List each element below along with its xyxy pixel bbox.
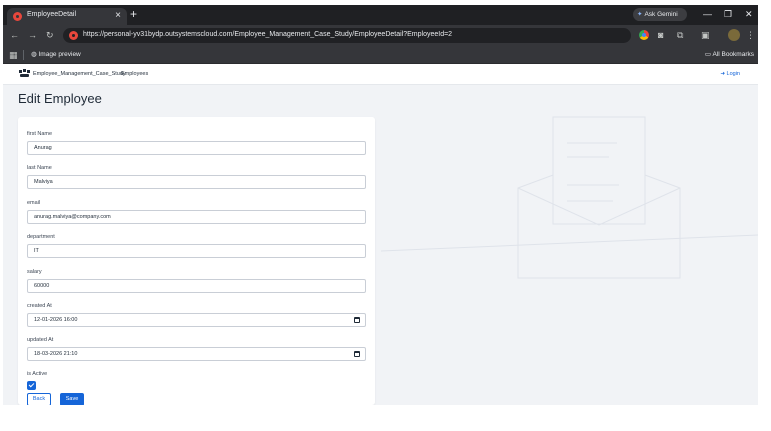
app-header: Employee_Management_Case_Study Employees… <box>3 64 758 85</box>
tab-strip: EmployeeDetail × + ✦ Ask Gemini — ❐ ✕ <box>3 5 758 25</box>
close-window-icon[interactable]: ✕ <box>745 7 753 21</box>
forward-arrow-icon[interactable]: → <box>28 28 37 42</box>
app-logo-icon[interactable] <box>19 69 30 78</box>
profile-avatar[interactable] <box>728 29 740 41</box>
app-name-link[interactable]: Employee_Management_Case_Study <box>33 71 126 77</box>
salary-input[interactable]: 60000 <box>27 279 366 293</box>
save-button[interactable]: Save <box>60 393 84 405</box>
first-name-label: first Name <box>27 131 53 137</box>
first-name-input[interactable]: Anurag <box>27 141 366 155</box>
calendar-icon[interactable] <box>354 317 360 323</box>
department-value: IT <box>34 248 39 254</box>
bookmarks-bar: ▦ ◍ Image preview ▭ All Bookmarks <box>3 46 758 64</box>
outsystems-favicon-icon <box>13 12 22 21</box>
all-bookmarks-button[interactable]: ▭ All Bookmarks <box>705 50 754 58</box>
restore-icon[interactable]: ❐ <box>724 7 732 21</box>
salary-label: salary <box>27 269 42 275</box>
edit-employee-form: first Name Anurag last Name Malviya emai… <box>18 117 375 405</box>
url-text[interactable]: https://personal-yv31bydp.outsystemsclou… <box>83 31 452 38</box>
camera-extension-icon[interactable]: ◙ <box>658 28 663 42</box>
ask-gemini-label: Ask Gemini <box>644 11 678 18</box>
all-bookmarks-label: All Bookmarks <box>712 51 754 58</box>
is-active-label: is Active <box>27 371 48 377</box>
back-button[interactable]: Back <box>27 393 51 405</box>
browser-tab[interactable]: EmployeeDetail × <box>7 8 127 25</box>
created-at-label: created At <box>27 303 52 309</box>
updated-at-input[interactable]: 18-03-2026 21:10 <box>27 347 366 361</box>
site-info-icon[interactable] <box>69 31 78 40</box>
chrome-extension-icon[interactable] <box>639 30 649 40</box>
salary-value: 60000 <box>34 283 50 289</box>
nav-employees-link[interactable]: Employees <box>121 71 148 77</box>
login-label: Login <box>726 71 740 77</box>
extensions-puzzle-icon[interactable]: ⧉ <box>677 28 683 42</box>
first-name-value: Anurag <box>34 145 52 151</box>
department-label: department <box>27 234 55 240</box>
bookmarks-divider <box>23 50 24 60</box>
updated-at-label: updated At <box>27 337 54 343</box>
email-label: email <box>27 200 41 206</box>
browser-window: EmployeeDetail × + ✦ Ask Gemini — ❐ ✕ ← →… <box>3 5 758 405</box>
address-bar[interactable]: https://personal-yv31bydp.outsystemsclou… <box>63 28 631 43</box>
browser-menu-icon[interactable]: ⋮ <box>746 28 755 42</box>
apps-grid-icon[interactable]: ▦ <box>9 49 18 61</box>
is-active-checkbox[interactable] <box>27 381 36 390</box>
tab-title: EmployeeDetail <box>27 11 77 18</box>
new-tab-icon[interactable]: + <box>130 7 137 21</box>
created-at-input[interactable]: 12-01-2026 16:00 <box>27 313 366 327</box>
last-name-input[interactable]: Malviya <box>27 175 366 189</box>
ask-gemini-button[interactable]: ✦ Ask Gemini <box>633 8 687 21</box>
back-arrow-icon[interactable]: ← <box>10 28 19 42</box>
envelope-illustration <box>381 116 758 279</box>
bookmark-label: Image preview <box>38 51 81 58</box>
reading-list-icon[interactable]: ▣ <box>701 28 710 42</box>
close-tab-icon[interactable]: × <box>115 9 121 23</box>
login-link[interactable]: ➜ Login <box>720 71 740 77</box>
email-input[interactable]: anurag.malviya@company.com <box>27 210 366 224</box>
bookmark-image-preview[interactable]: ◍ Image preview <box>31 50 81 58</box>
email-value: anurag.malviya@company.com <box>34 214 111 220</box>
minimize-icon[interactable]: — <box>703 7 712 21</box>
department-input[interactable]: IT <box>27 244 366 258</box>
gemini-sparkle-icon: ✦ <box>637 11 643 18</box>
created-at-value: 12-01-2026 16:00 <box>34 317 78 323</box>
browser-toolbar: ← → ↻ https://personal-yv31bydp.outsyste… <box>3 25 758 46</box>
last-name-value: Malviya <box>34 179 53 185</box>
updated-at-value: 18-03-2026 21:10 <box>34 351 78 357</box>
page-title: Edit Employee <box>18 91 102 106</box>
last-name-label: last Name <box>27 165 52 171</box>
reload-icon[interactable]: ↻ <box>46 28 54 42</box>
calendar-icon[interactable] <box>354 351 360 357</box>
